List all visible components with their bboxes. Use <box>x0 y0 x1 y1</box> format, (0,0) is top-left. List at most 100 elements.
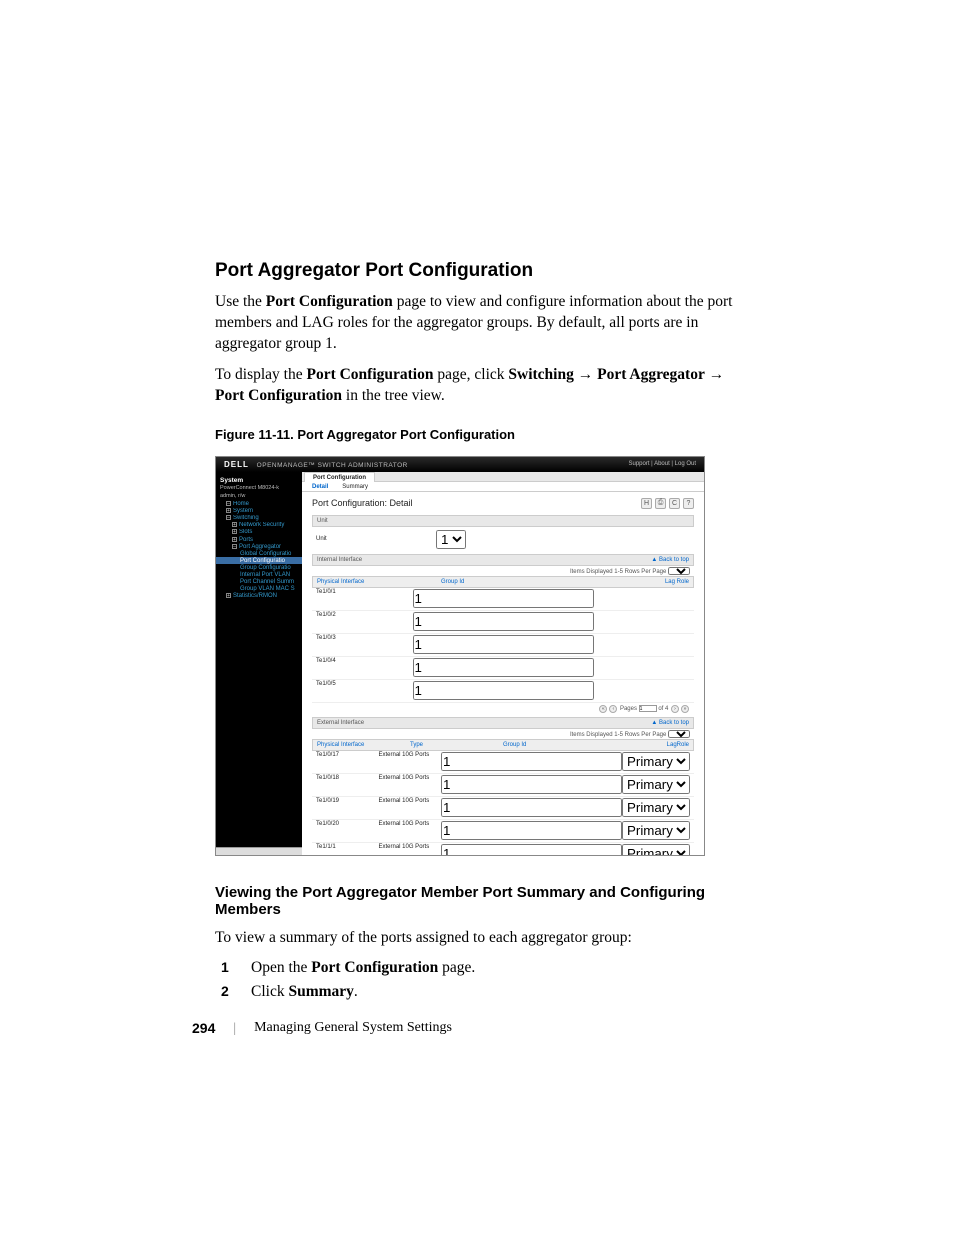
table-row: Te1/0/18External 10G PortsPrimary <box>312 774 694 797</box>
sidebar-system: System <box>216 476 302 485</box>
text: Click <box>251 983 288 1000</box>
sidebar-item-system[interactable]: +System <box>216 508 302 515</box>
cell-type: External 10G Ports <box>379 821 442 840</box>
unit-select[interactable]: 1 <box>436 530 466 549</box>
lag-role-select[interactable]: Primary <box>622 844 690 856</box>
cell-phys: Te1/0/18 <box>316 775 379 794</box>
col-physical-interface[interactable]: Physical Interface <box>317 579 441 585</box>
bold-term: Port Configuration <box>215 387 342 404</box>
pager-next-icon[interactable]: › <box>671 705 679 713</box>
internal-interface-header: Internal Interface ▲ Back to top <box>312 554 694 566</box>
sidebar-item-label: Network Security <box>239 522 284 528</box>
bold-term: Port Aggregator <box>597 366 705 383</box>
subtab-detail[interactable]: Detail <box>306 482 334 492</box>
pager-prev-icon[interactable]: ‹ <box>609 705 617 713</box>
sidebar-item-statistics-rmon[interactable]: +Statistics/RMON <box>216 592 302 599</box>
sidebar-item-port-config[interactable]: Port Configuratio <box>216 557 302 564</box>
sidebar-item-group-config[interactable]: Group Configuratio <box>216 564 302 571</box>
col-physical-interface[interactable]: Physical Interface <box>317 742 410 748</box>
cell-phys: Te1/0/5 <box>316 681 413 700</box>
sidebar-item-internal-port-vlan[interactable]: Internal Port VLAN <box>216 571 302 578</box>
text: Open the <box>251 959 311 976</box>
arrow: → <box>705 366 724 383</box>
brand-logo: DELL <box>224 460 249 469</box>
sidebar-item-label: Switching <box>233 515 259 521</box>
cell-phys: Te1/0/3 <box>316 635 413 654</box>
product-name: OPENMANAGE™ SWITCH ADMINISTRATOR <box>257 462 408 469</box>
section-label: Internal Interface <box>317 557 362 563</box>
cell-phys: Te1/0/4 <box>316 658 413 677</box>
footer-divider: | <box>233 1020 236 1036</box>
screenshot-port-configuration: DELL OPENMANAGE™ SWITCH ADMINISTRATOR Su… <box>215 456 705 856</box>
table-row: Te1/0/1 <box>312 588 694 611</box>
unit-label: Unit <box>316 536 436 542</box>
internal-display-info: Items Displayed 1-5 Rows Per Page 5 <box>312 566 694 576</box>
external-interface-header: External Interface ▲ Back to top <box>312 717 694 729</box>
lag-role-select[interactable]: Primary <box>622 821 690 840</box>
sidebar-item-switching[interactable]: –Switching <box>216 515 302 522</box>
col-lag-role[interactable]: Lag Role <box>565 579 689 585</box>
group-id-input[interactable] <box>441 752 622 771</box>
group-id-input[interactable] <box>413 612 594 631</box>
table-row: Te1/0/20External 10G PortsPrimary <box>312 820 694 843</box>
group-id-input[interactable] <box>413 681 594 700</box>
cell-type: External 10G Ports <box>379 752 442 771</box>
app-titlebar: DELL OPENMANAGE™ SWITCH ADMINISTRATOR Su… <box>216 457 704 472</box>
sidebar-item-global-config[interactable]: Global Configuratio <box>216 550 302 557</box>
pager-first-icon[interactable]: « <box>599 705 607 713</box>
sidebar-device: PowerConnect M8024-k <box>216 485 302 493</box>
group-id-input[interactable] <box>413 658 594 677</box>
col-lag-role[interactable]: LagRole <box>596 742 689 748</box>
paragraph-1: Use the Port Configuration page to view … <box>215 292 735 355</box>
group-id-input[interactable] <box>441 844 622 856</box>
bold-term: Port Configuration <box>306 366 433 383</box>
section-label: External Interface <box>317 720 364 726</box>
back-to-top-link[interactable]: ▲ Back to top <box>651 557 689 563</box>
save-icon[interactable]: H <box>641 498 652 509</box>
group-id-input[interactable] <box>441 798 622 817</box>
col-group-id[interactable]: Group Id <box>441 579 565 585</box>
sidebar-item-label: Home <box>233 501 249 507</box>
group-id-input[interactable] <box>441 821 622 840</box>
col-type[interactable]: Type <box>410 742 503 748</box>
sidebar-item-port-aggregator[interactable]: –Port Aggregator <box>216 543 302 550</box>
steps-list: Open the Port Configuration page. Click … <box>239 959 735 1001</box>
arrow: → <box>574 366 597 383</box>
pager-of: of 4 <box>658 706 668 712</box>
display-text: Items Displayed 1-5 Rows Per Page <box>570 569 666 575</box>
top-links[interactable]: Support | About | Log Out <box>629 461 697 467</box>
refresh-icon[interactable]: C <box>669 498 680 509</box>
paragraph-3: To view a summary of the ports assigned … <box>215 928 735 949</box>
lag-role-select[interactable]: Primary <box>622 775 690 794</box>
sidebar-item-home[interactable]: –Home <box>216 501 302 508</box>
internal-table-header: Physical Interface Group Id Lag Role <box>312 576 694 588</box>
back-to-top-link[interactable]: ▲ Back to top <box>651 720 689 726</box>
col-group-id[interactable]: Group Id <box>503 742 596 748</box>
unit-header-label: Unit <box>317 518 328 524</box>
tab-port-configuration[interactable]: Port Configuration <box>304 472 375 482</box>
sidebar-item-label: Port Aggregator <box>239 544 281 550</box>
sidebar-item-ports[interactable]: +Ports <box>216 536 302 543</box>
group-id-input[interactable] <box>413 589 594 608</box>
sidebar-item-port-channel-summ[interactable]: Port Channel Summ <box>216 578 302 585</box>
table-row: Te1/0/17External 10G PortsPrimary <box>312 751 694 774</box>
lag-role-select[interactable]: Primary <box>622 798 690 817</box>
sidebar-item-group-vlan-mac[interactable]: Group VLAN MAC S <box>216 585 302 592</box>
rows-per-page-select[interactable]: 5 <box>668 567 690 575</box>
subtab-summary[interactable]: Summary <box>336 482 374 492</box>
group-id-input[interactable] <box>413 635 594 654</box>
text: in the tree view. <box>342 387 445 404</box>
pager-last-icon[interactable]: » <box>681 705 689 713</box>
rows-per-page-select[interactable]: 5 <box>668 730 690 738</box>
bold-term: Summary <box>288 983 353 1000</box>
group-id-input[interactable] <box>441 775 622 794</box>
print-icon[interactable]: ⎙ <box>655 498 666 509</box>
lag-role-select[interactable]: Primary <box>622 752 690 771</box>
pager-page-input[interactable] <box>639 705 657 712</box>
help-icon[interactable]: ? <box>683 498 694 509</box>
sidebar-item-network-security[interactable]: +Network Security <box>216 522 302 529</box>
sidebar-scrollbar[interactable] <box>216 847 302 855</box>
table-row: Te1/0/5 <box>312 680 694 703</box>
cell-phys: Te1/1/1 <box>316 844 379 856</box>
sidebar-item-slots[interactable]: +Slots <box>216 529 302 536</box>
